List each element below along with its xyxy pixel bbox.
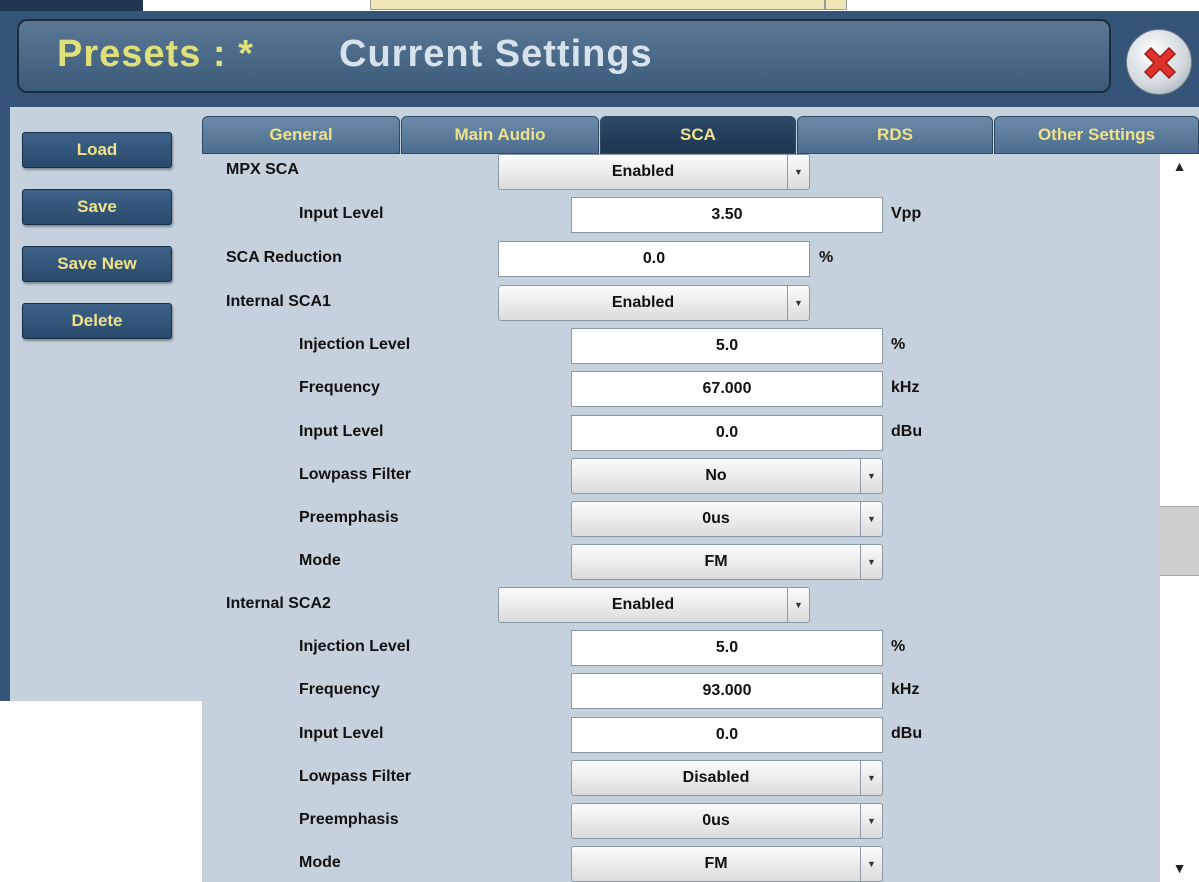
sca2-lowpass-label: Lowpass Filter xyxy=(299,768,412,785)
sca1-frequency-field[interactable]: 67.000 xyxy=(571,371,883,407)
mpx-input-level-unit: Vpp xyxy=(891,205,922,222)
close-x-icon xyxy=(1143,46,1177,80)
load-button[interactable]: Load xyxy=(22,132,172,168)
sca2-frequency-label: Frequency xyxy=(299,681,380,698)
sca2-preemphasis-dropdown[interactable]: 0us ▼ xyxy=(571,803,883,839)
sca1-mode-value: FM xyxy=(704,553,728,570)
sca2-input-field[interactable]: 0.0 xyxy=(571,717,883,753)
sca1-preemphasis-label: Preemphasis xyxy=(299,509,399,526)
sca1-injection-label: Injection Level xyxy=(299,336,411,353)
dropdown-arrow-icon: ▼ xyxy=(860,847,882,881)
sca2-mode-dropdown[interactable]: FM ▼ xyxy=(571,846,883,882)
mpx-sca-dropdown[interactable]: Enabled ▼ xyxy=(498,154,810,190)
sca1-value: Enabled xyxy=(611,294,675,311)
sca-reduction-unit: % xyxy=(819,249,834,266)
sca2-value: Enabled xyxy=(611,596,675,613)
sca1-injection-unit: % xyxy=(891,336,906,353)
dropdown-arrow-icon: ▼ xyxy=(860,545,882,579)
sca1-mode-dropdown[interactable]: FM ▼ xyxy=(571,544,883,580)
dropdown-arrow-icon: ▼ xyxy=(787,588,809,622)
sca1-preemphasis-dropdown[interactable]: 0us ▼ xyxy=(571,501,883,537)
sca1-lowpass-value: No xyxy=(705,467,727,484)
sca2-frequency-field[interactable]: 93.000 xyxy=(571,673,883,709)
sca1-preemphasis-value: 0us xyxy=(702,510,730,527)
tab-other-settings[interactable]: Other Settings xyxy=(994,116,1199,154)
title-bar: Presets : * Current Settings xyxy=(17,19,1111,93)
sca1-input-field[interactable]: 0.0 xyxy=(571,415,883,451)
scrollbar-thumb[interactable] xyxy=(1160,506,1199,576)
sca2-lowpass-dropdown[interactable]: Disabled ▼ xyxy=(571,760,883,796)
sca1-frequency-label: Frequency xyxy=(299,379,380,396)
scroll-up-arrow-icon[interactable]: ▲ xyxy=(1160,154,1199,174)
sca2-injection-unit: % xyxy=(891,638,906,655)
tab-general[interactable]: General xyxy=(202,116,400,154)
dropdown-arrow-icon: ▼ xyxy=(787,286,809,320)
sca2-dropdown[interactable]: Enabled ▼ xyxy=(498,587,810,623)
sca-settings-list: MPX SCA Enabled ▼ Input Level 3.50 Vpp S… xyxy=(202,154,1199,882)
sca-reduction-label: SCA Reduction xyxy=(226,249,342,266)
sca2-frequency-unit: kHz xyxy=(891,681,920,698)
sca2-lowpass-value: Disabled xyxy=(682,769,750,786)
scroll-down-arrow-icon[interactable]: ▼ xyxy=(1160,858,1199,878)
mpx-sca-label: MPX SCA xyxy=(226,161,299,178)
sca1-input-unit: dBu xyxy=(891,423,923,440)
sca2-mode-value: FM xyxy=(704,855,728,872)
title-presets: Presets : * xyxy=(57,33,254,75)
sca2-injection-field[interactable]: 5.0 xyxy=(571,630,883,666)
tab-sca[interactable]: SCA xyxy=(600,116,796,154)
top-strip xyxy=(0,0,1199,11)
mpx-sca-value: Enabled xyxy=(611,163,675,180)
dropdown-arrow-icon: ▼ xyxy=(860,502,882,536)
sca1-lowpass-dropdown[interactable]: No ▼ xyxy=(571,458,883,494)
tab-rds[interactable]: RDS xyxy=(797,116,993,154)
title-current-settings: Current Settings xyxy=(339,33,653,75)
sca-reduction-field[interactable]: 0.0 xyxy=(498,241,810,277)
sca1-label: Internal SCA1 xyxy=(226,293,331,310)
delete-button[interactable]: Delete xyxy=(22,303,172,339)
sca2-injection-label: Injection Level xyxy=(299,638,411,655)
sca1-input-label: Input Level xyxy=(299,423,384,440)
save-new-button[interactable]: Save New xyxy=(22,246,172,282)
dropdown-arrow-icon: ▼ xyxy=(860,761,882,795)
sca2-label: Internal SCA2 xyxy=(226,595,331,612)
sca1-dropdown[interactable]: Enabled ▼ xyxy=(498,285,810,321)
sca2-preemphasis-label: Preemphasis xyxy=(299,811,399,828)
close-button[interactable] xyxy=(1126,29,1192,95)
sca1-frequency-unit: kHz xyxy=(891,379,920,396)
sca1-mode-label: Mode xyxy=(299,552,341,569)
mpx-input-level-field[interactable]: 3.50 xyxy=(571,197,883,233)
top-strip-field-button xyxy=(825,0,847,10)
dropdown-arrow-icon: ▼ xyxy=(860,804,882,838)
save-button[interactable]: Save xyxy=(22,189,172,225)
sca2-input-label: Input Level xyxy=(299,725,384,742)
dropdown-arrow-icon: ▼ xyxy=(860,459,882,493)
dropdown-arrow-icon: ▼ xyxy=(787,155,809,189)
settings-panel: General Main Audio SCA RDS Other Setting… xyxy=(202,112,1199,882)
sca1-lowpass-label: Lowpass Filter xyxy=(299,466,412,483)
top-strip-dark xyxy=(0,0,143,11)
top-strip-field xyxy=(370,0,825,10)
sca2-input-unit: dBu xyxy=(891,725,923,742)
mpx-input-level-label: Input Level xyxy=(299,205,384,222)
sca2-mode-label: Mode xyxy=(299,854,341,871)
vertical-scrollbar[interactable]: ▲ ▼ xyxy=(1159,154,1199,882)
sca2-preemphasis-value: 0us xyxy=(702,812,730,829)
sca1-injection-field[interactable]: 5.0 xyxy=(571,328,883,364)
tab-main-audio[interactable]: Main Audio xyxy=(401,116,599,154)
